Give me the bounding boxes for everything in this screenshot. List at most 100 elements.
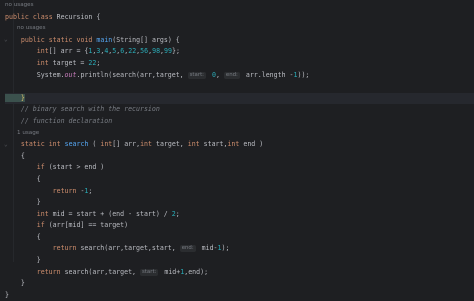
code-text: .println(search(arr,target,	[76, 70, 188, 79]
code-text: }	[5, 256, 41, 265]
keyword: public	[5, 12, 29, 21]
code-text: }	[5, 198, 41, 207]
code-text: ));	[297, 70, 310, 79]
code-line-main-declaration: public static void main(String[] args) {	[5, 35, 474, 47]
code-line-brace: }	[5, 278, 474, 290]
matched-brace: }	[5, 93, 25, 102]
code-line-comment: // binary search with the recursion	[5, 104, 474, 116]
code-line-class-declaration: public class Recursion {	[5, 12, 474, 24]
parameter-hint: start:	[187, 71, 206, 79]
code-line-return-minus-one: return -1;	[5, 186, 474, 198]
code-text: }	[5, 290, 9, 299]
keyword: return	[52, 244, 77, 253]
keyword: if	[36, 163, 45, 172]
code-line-mid-calc: int mid = start + (end - start) / 2;	[5, 209, 474, 221]
code-text: (start > end )	[44, 163, 105, 172]
code-line-brace: {	[5, 151, 474, 163]
number-literal: 22	[128, 47, 137, 56]
code-text: }	[5, 279, 25, 288]
number-literal: 98	[152, 47, 161, 56]
code-text: System.	[5, 70, 65, 79]
usage-hint-text[interactable]: no usages	[5, 25, 46, 31]
keyword: int	[5, 47, 49, 56]
parameter-hint: end:	[179, 245, 196, 253]
code-line-return-right-search: return search(arr,target, start: mid+1,e…	[5, 267, 474, 279]
keyword: int	[100, 140, 113, 149]
code-area[interactable]: no usages public class Recursion { no us…	[5, 0, 474, 299]
code-editor[interactable]: ⌄ ⌄ no usages public class Recursion { n…	[0, 0, 474, 299]
number-literal: 0	[208, 70, 216, 79]
code-text: [] arr,	[112, 140, 141, 149]
code-line-if-compare: if (arr[mid] == target)	[5, 220, 474, 232]
code-text: mid+	[160, 267, 181, 276]
keyword: int	[36, 209, 49, 218]
code-text: search(arr,target,	[60, 267, 140, 276]
keyword: public	[20, 35, 45, 44]
code-text: ,end);	[184, 267, 209, 276]
keyword: if	[36, 221, 45, 230]
usage-hint[interactable]: 1 usage	[5, 128, 474, 140]
code-text: [] arr = {	[48, 47, 89, 56]
usage-hint[interactable]: no usages	[5, 0, 474, 12]
comment: // binary search with the recursion	[5, 105, 160, 114]
keyword: int	[48, 140, 61, 149]
code-text: end )	[239, 140, 264, 149]
keyword: int	[5, 58, 49, 67]
keyword: static	[48, 35, 73, 44]
code-line-main-close: }	[5, 92, 474, 105]
code-text: target =	[48, 58, 89, 67]
code-text: ,	[215, 70, 224, 79]
code-text: mid = start + (end - start) /	[48, 209, 172, 218]
code-line-if-base-case: if (start > end )	[5, 162, 474, 174]
number-literal: 56	[140, 47, 149, 56]
keyword: class	[32, 12, 53, 21]
method-name: search	[64, 140, 89, 149]
code-line-return-left-search: return search(arr,target,start, end: mid…	[5, 243, 474, 255]
keyword: int	[187, 140, 200, 149]
code-text: );	[221, 244, 230, 253]
code-line-println: System.out.println(search(arr,target, st…	[5, 70, 474, 82]
code-line-brace: {	[5, 232, 474, 244]
code-text: ;	[96, 58, 101, 67]
usage-hint-text[interactable]: 1 usage	[5, 130, 39, 136]
code-text: (String[] args) {	[112, 35, 180, 44]
keyword: return	[36, 267, 61, 276]
keyword: int	[140, 140, 152, 149]
usage-hint[interactable]: no usages	[5, 23, 474, 35]
code-text: {	[5, 232, 41, 241]
usage-hint-text[interactable]: no usages	[5, 2, 34, 8]
parameter-hint: end:	[223, 71, 240, 79]
code-text: {	[5, 151, 25, 160]
parameter-hint: start:	[140, 268, 159, 276]
code-text: Recursion {	[52, 12, 101, 21]
code-line-array-init: int[] arr = {1,3,4,5,6,22,56,98,99};	[5, 46, 474, 58]
method-name: main	[96, 35, 113, 44]
code-line-search-declaration: static int search ( int[] arr,int target…	[5, 139, 474, 151]
keyword: return	[52, 186, 77, 195]
comment: // function declaration	[5, 116, 113, 125]
code-text: {	[5, 174, 41, 183]
keyword: void	[76, 35, 93, 44]
code-line-brace: }	[5, 197, 474, 209]
code-line-target-init: int target = 22;	[5, 58, 474, 70]
code-line-comment: // function declaration	[5, 116, 474, 128]
field-name: out	[64, 70, 77, 79]
code-text: search(arr,target,start,	[76, 244, 180, 253]
code-text: ;	[175, 209, 180, 218]
code-text: ;	[88, 186, 93, 195]
keyword: int	[227, 140, 240, 149]
code-text: };	[171, 47, 180, 56]
keyword: static	[20, 140, 45, 149]
code-line-class-close: }	[5, 290, 474, 301]
number-literal: 99	[164, 47, 172, 56]
code-line-brace: }	[5, 255, 474, 267]
code-text: mid-	[197, 244, 218, 253]
